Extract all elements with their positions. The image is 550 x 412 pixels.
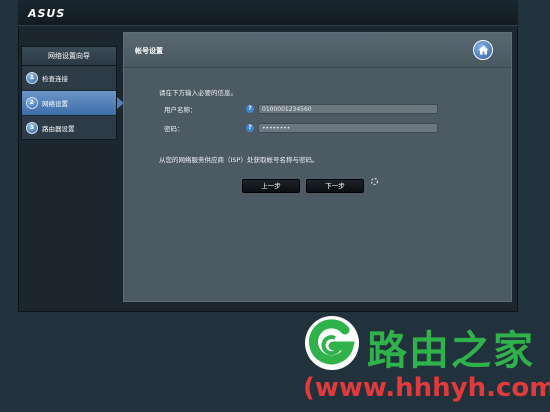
wizard-title: 网络设置向导 bbox=[22, 47, 116, 66]
watermark-text: 路由之家 bbox=[367, 328, 535, 374]
password-help-icon[interactable]: ? bbox=[246, 124, 254, 132]
account-settings-panel: 帐号设置 请在下方输入必要的信息。 用户名称： ? 密码： ? 从您的网络服务供… bbox=[123, 32, 512, 302]
instruction-text: 请在下方输入必要的信息。 bbox=[159, 89, 237, 97]
wizard-step-network-settings[interactable]: 2 网络设置 bbox=[22, 91, 124, 116]
watermark-url: (www.hhhyh.com) bbox=[303, 373, 550, 403]
asus-logo: ASUS bbox=[28, 7, 66, 20]
username-label: 用户名称： bbox=[164, 106, 197, 114]
wizard-step-label: 路由器设置 bbox=[42, 125, 75, 133]
isp-note: 从您的网络服务供应商（ISP）处获取帐号名称与密码。 bbox=[159, 156, 319, 164]
page-title: 帐号设置 bbox=[135, 47, 163, 55]
step-3-icon: 3 bbox=[26, 122, 38, 134]
step-2-icon: 2 bbox=[26, 97, 38, 109]
password-input[interactable] bbox=[258, 123, 438, 133]
previous-button[interactable]: 上一步 bbox=[242, 179, 300, 193]
loading-spinner-icon bbox=[370, 177, 379, 186]
step-1-icon: 1 bbox=[26, 72, 38, 84]
top-bar: ASUS bbox=[18, 0, 518, 26]
username-input[interactable] bbox=[258, 104, 438, 114]
wizard-step-check-connection[interactable]: 1 检查连接 bbox=[22, 66, 116, 91]
wizard-step-router-settings[interactable]: 3 路由器设置 bbox=[22, 116, 116, 141]
username-help-icon[interactable]: ? bbox=[246, 105, 254, 113]
watermark-logo-icon bbox=[305, 316, 359, 370]
setup-wizard-sidebar: 网络设置向导 1 检查连接 2 网络设置 3 路由器设置 bbox=[21, 46, 124, 141]
password-label: 密码： bbox=[164, 125, 184, 133]
panel-header: 帐号设置 bbox=[124, 33, 511, 68]
next-button[interactable]: 下一步 bbox=[306, 179, 364, 193]
home-icon bbox=[478, 45, 488, 55]
wizard-step-label: 检查连接 bbox=[42, 75, 68, 83]
home-button[interactable] bbox=[473, 40, 493, 60]
wizard-step-label: 网络设置 bbox=[42, 100, 68, 108]
